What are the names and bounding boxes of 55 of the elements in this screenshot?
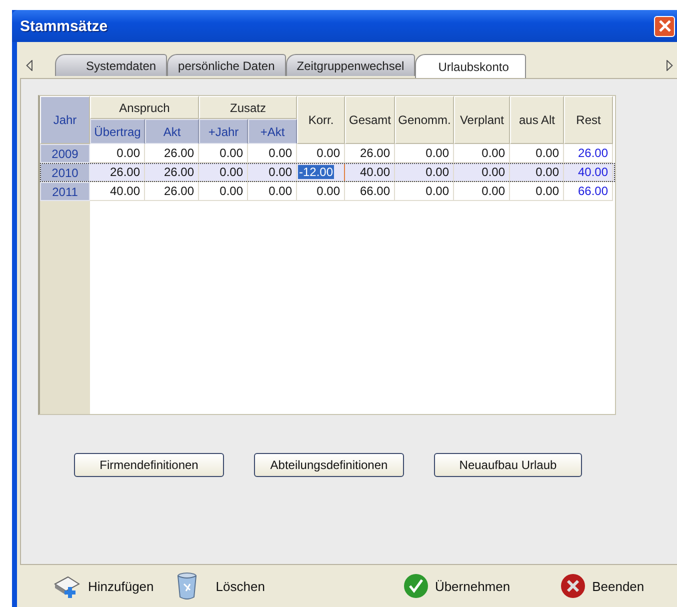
table-cell: 0.00 bbox=[454, 182, 510, 201]
row-header[interactable]: 2009 bbox=[40, 144, 90, 163]
tab[interactable]: Zeitgruppenwechsel bbox=[286, 54, 416, 76]
tab[interactable]: persönliche Daten bbox=[167, 54, 286, 76]
table-cell: 40.00 bbox=[90, 182, 145, 201]
table-cell: 40.00 bbox=[345, 163, 395, 182]
column-header[interactable]: Korr. bbox=[297, 96, 345, 144]
table-cell: 66.00 bbox=[345, 182, 395, 201]
table-cell: 26.00 bbox=[145, 182, 199, 201]
table-cell: 40.00 bbox=[564, 163, 613, 182]
scroll-left-icon[interactable] bbox=[26, 60, 33, 71]
table-cell: 0.00 bbox=[510, 163, 564, 182]
column-header[interactable]: Gesamt bbox=[345, 96, 395, 144]
close-button[interactable] bbox=[654, 16, 675, 36]
column-header[interactable]: Übertrag bbox=[90, 119, 145, 144]
table-cell: 0.00 bbox=[454, 163, 510, 182]
table-cell: 0.00 bbox=[297, 182, 345, 201]
column-header[interactable]: Jahr bbox=[40, 96, 90, 144]
toolbar-button[interactable]: Hinzufügen bbox=[52, 574, 154, 598]
table-cell: 0.00 bbox=[395, 163, 454, 182]
row-header[interactable]: 2010 bbox=[40, 163, 90, 182]
row-header[interactable]: 2011 bbox=[40, 182, 90, 201]
column-header[interactable]: +Jahr bbox=[199, 119, 248, 144]
column-header[interactable]: +Akt bbox=[248, 119, 297, 144]
scroll-right-icon[interactable] bbox=[666, 60, 673, 71]
toolbar-button[interactable]: Beenden bbox=[560, 573, 644, 599]
group-header: Anspruch bbox=[90, 96, 199, 119]
action-button[interactable]: Firmendefinitionen bbox=[74, 453, 224, 477]
table-cell: 66.00 bbox=[564, 182, 613, 201]
toolbar-button[interactable]: Übernehmen bbox=[402, 573, 510, 599]
checkmark-icon bbox=[402, 573, 429, 599]
toolbar-button[interactable]: Löschen bbox=[176, 572, 265, 600]
close-icon bbox=[560, 573, 586, 599]
table-cell: 26.00 bbox=[145, 163, 199, 182]
action-button[interactable]: Neuaufbau Urlaub bbox=[434, 453, 582, 477]
trash-icon bbox=[176, 572, 198, 600]
table-cell: 0.00 bbox=[199, 163, 248, 182]
column-header[interactable]: aus Alt bbox=[510, 96, 564, 144]
table-cell: 0.00 bbox=[199, 182, 248, 201]
column-header[interactable]: Rest bbox=[564, 96, 613, 144]
add-icon bbox=[52, 574, 82, 598]
table-cell: 0.00 bbox=[248, 182, 297, 201]
column-header[interactable]: Akt bbox=[145, 119, 199, 144]
column-header[interactable]: Genomm. bbox=[395, 96, 454, 144]
column-header[interactable]: Verplant bbox=[454, 96, 510, 144]
close-icon bbox=[658, 20, 670, 32]
action-button[interactable]: Abteilungsdefinitionen bbox=[254, 453, 404, 477]
table-cell: 0.00 bbox=[248, 163, 297, 182]
tab[interactable]: Systemdaten bbox=[55, 54, 168, 76]
table-cell: 0.00 bbox=[395, 182, 454, 201]
tab[interactable]: Urlaubskonto bbox=[415, 54, 526, 78]
group-header: Zusatz bbox=[199, 96, 297, 119]
table-cell: 0.00 bbox=[510, 182, 564, 201]
table-cell: 26.00 bbox=[90, 163, 145, 182]
window-title: Stammsätze bbox=[20, 18, 108, 34]
